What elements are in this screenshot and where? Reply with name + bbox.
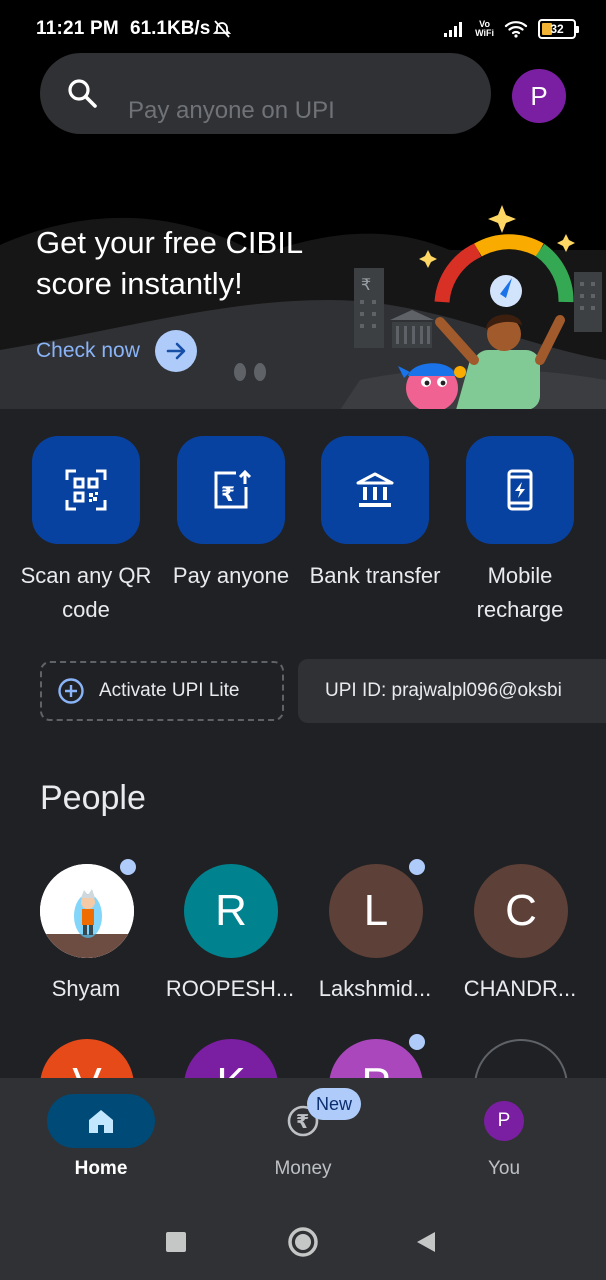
contact-avatar: L [329,864,423,958]
contact-avatar: C [474,864,568,958]
pay-anyone-button[interactable]: ₹ [177,436,285,544]
search-bar[interactable] [40,53,491,134]
contact-avatar [40,864,134,958]
status-time: 11:21 PM [36,18,119,39]
upi-lite-label: Activate UPI Lite [99,680,240,701]
main-panel: Scan any QR code ₹ Pay anyone Bank trans… [0,409,606,1079]
bank-transfer-label: Bank transfer [309,563,441,588]
vowifi-bottom: WiFi [475,28,494,38]
nav-money-label: Money [274,1158,332,1179]
nav-home-label: Home [74,1158,128,1179]
new-activity-dot [406,1031,428,1053]
contact-avatar: R [184,864,278,958]
banner-title: Get your free CIBIL score instantly! [36,225,302,301]
arrow-right-icon [154,330,197,372]
battery-level: 32 [550,22,564,36]
contact-name: Shyam [51,976,121,1001]
contact-avatar[interactable] [474,1039,568,1079]
contact-name: Lakshmid... [318,976,432,1001]
check-now-button[interactable]: Check now [36,330,197,372]
nav-you-pill: P [450,1094,558,1148]
alarm-off-icon [212,20,232,38]
contact-photo [40,864,134,958]
system-navigation-bar [0,1200,606,1280]
contact-name: ROOPESH... [165,976,295,1001]
mobile-recharge-button[interactable] [466,436,574,544]
contact-name: CHANDR... [463,976,577,1001]
square-icon [166,1232,186,1252]
people-heading: People [40,779,146,817]
vowifi-indicator: Vo WiFi [475,20,494,38]
home-system-button[interactable] [285,1224,321,1260]
mobile-recharge-icon [507,469,533,511]
contact-avatar[interactable]: V [40,1039,134,1079]
back-button[interactable] [408,1224,444,1260]
wifi-icon [504,21,528,38]
profile-avatar[interactable]: P [512,69,566,123]
nav-home-pill [47,1094,155,1148]
nav-you[interactable]: P You [424,1094,584,1194]
activate-upi-lite-button[interactable]: Activate UPI Lite [40,661,284,721]
new-badge: New [307,1088,362,1120]
scan-qr-button[interactable] [32,436,140,544]
bank-icon [356,472,394,507]
upi-id-chip[interactable]: UPI ID: prajwalpl096@oksbi [298,659,606,723]
nav-home[interactable]: Home [21,1094,181,1194]
status-bar: 11:21 PM 61.1KB/s Vo WiFi 32 [0,0,606,56]
nav-you-label: You [487,1158,521,1179]
signal-icon [444,22,463,37]
recents-button[interactable] [158,1224,194,1260]
scan-qr-label: Scan any QR code [20,563,152,622]
battery-nub [576,26,579,33]
avatar: P [484,1101,524,1141]
bottom-nav: Home ₹ Money P You [0,1078,606,1200]
battery-icon: 32 [538,19,579,39]
pay-anyone-icon: ₹ [214,469,252,509]
svg-text:₹: ₹ [221,482,235,506]
mobile-recharge-label: Mobile recharge [476,563,564,622]
qr-scan-icon [65,469,107,511]
status-icons: Vo WiFi 32 [443,18,579,40]
circle-icon [288,1227,318,1257]
svg-text:₹: ₹ [361,275,371,294]
new-activity-dot [406,856,428,878]
search-icon [68,79,97,108]
pay-anyone-label: Pay anyone [172,563,290,588]
svg-text:₹: ₹ [296,1111,309,1133]
home-icon [89,1110,113,1133]
add-circle-icon [58,678,84,704]
check-now-label: Check now [36,339,140,362]
contact-avatar[interactable]: K [184,1039,278,1079]
new-activity-dot [117,856,139,878]
bank-transfer-button[interactable] [321,436,429,544]
search-input[interactable] [128,94,468,128]
triangle-back-icon [417,1232,435,1252]
cibil-banner[interactable]: ₹ Get your free CIBIL score instantly! C… [0,150,606,410]
network-speed: 61.1KB/s [130,18,211,39]
